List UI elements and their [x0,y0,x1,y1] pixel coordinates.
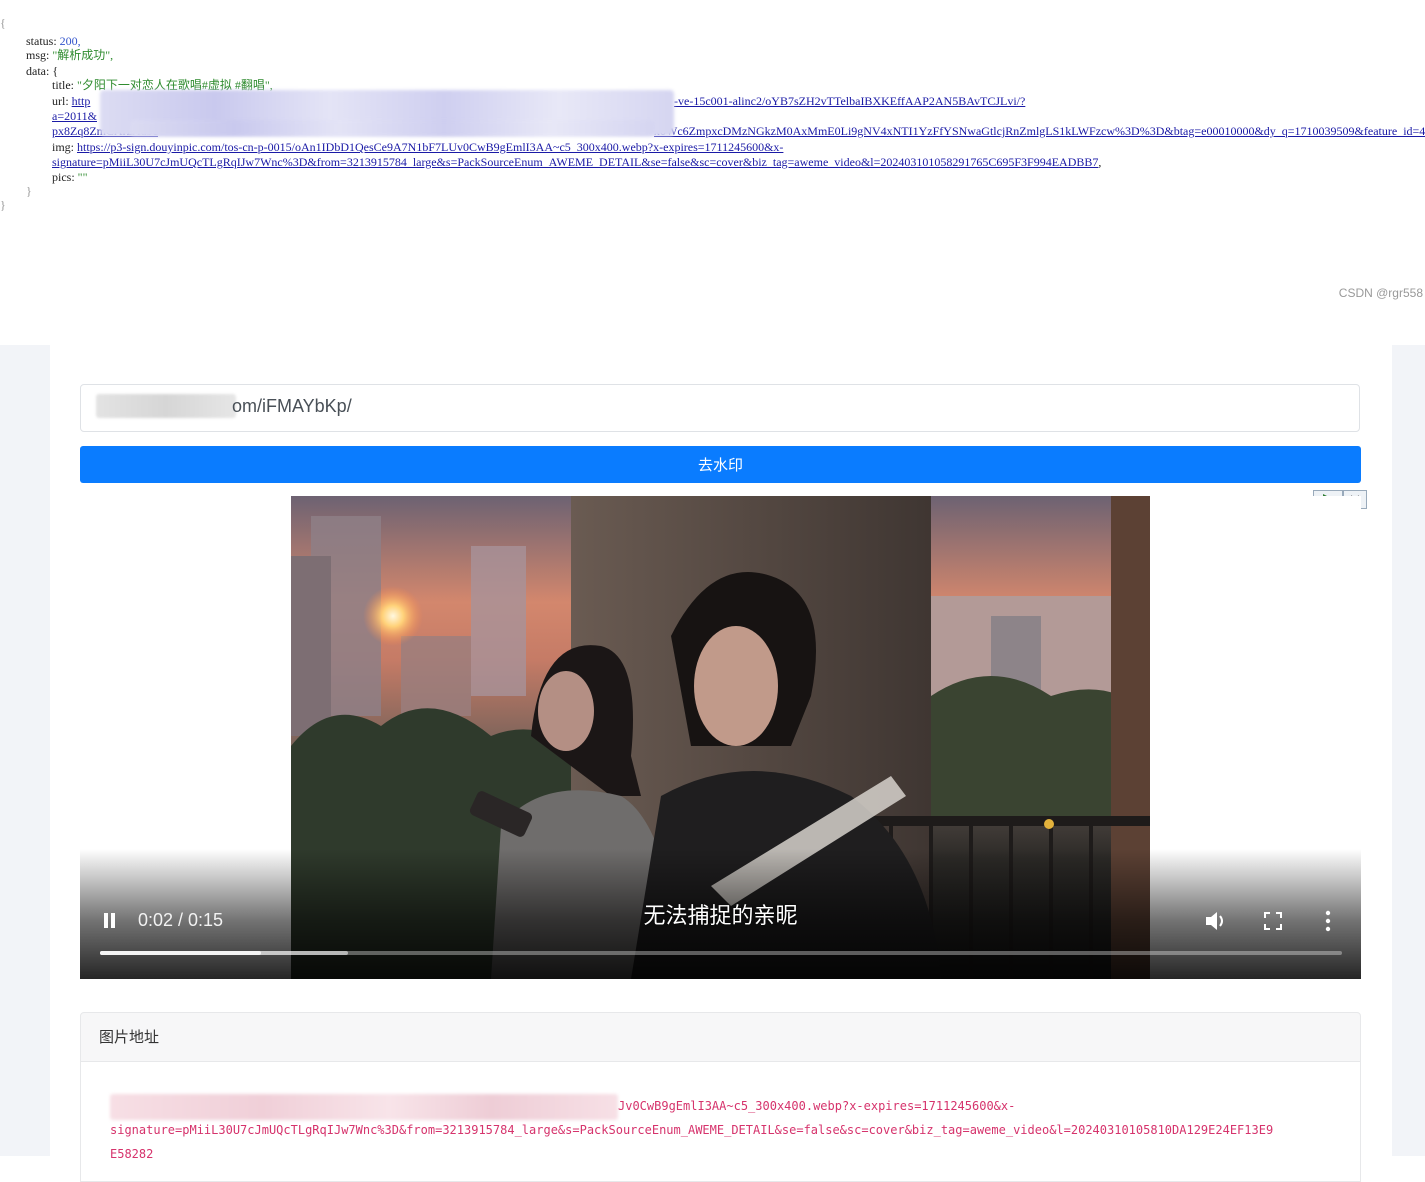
video-url-value: om/iFMAYbKp/ [232,396,352,416]
json-msg-value: "解析成功", [52,48,114,62]
json-img-comma: , [1098,155,1102,169]
pause-icon[interactable] [102,913,116,929]
json-url-line3-end[interactable]: x0Wc6ZmpxcDMzNGkzM0AxMmE0Li9gNV4xNTI1YzF… [654,124,1425,138]
volume-icon[interactable] [1204,910,1228,932]
json-close-brace: } [0,198,6,212]
json-inner-close: } [26,184,32,198]
image-url-redaction-blur [110,1094,618,1120]
json-img-line2: signature=pMiiL30U7cJmUQcTLgRqIJw7Wnc%3D… [52,155,1101,169]
json-url-line2[interactable]: a=2011& [52,109,97,123]
json-url-link-start[interactable]: http [72,94,91,108]
json-response-view: { status: 200, msg: "解析成功", data: { titl… [0,0,1425,310]
fullscreen-icon[interactable] [1264,912,1282,930]
json-img-link[interactable]: https://p3-sign.douyinpic.com/tos-cn-p-0… [77,140,783,154]
image-address-header: 图片地址 [80,1012,1361,1062]
json-data-key: data: { [26,64,59,78]
json-msg-line: msg: "解析成功", [26,48,113,62]
json-url-line: url: http [52,94,90,108]
json-msg-key: msg: [26,48,50,62]
json-img-key: img: [52,140,75,154]
json-status-value: 200, [59,34,81,48]
json-title-key: title: [52,78,74,92]
image-url-line-3: E58282 [110,1147,154,1161]
remove-watermark-button[interactable]: 去水印 [80,446,1361,483]
json-status-key: status: [26,34,57,48]
url-redaction-blur [96,394,236,418]
json-status-line: status: 200, [26,34,81,48]
redaction-blur-2 [130,120,654,136]
progress-buffered [100,951,349,955]
json-pics-value: "" [77,170,88,184]
more-options-icon[interactable] [1324,910,1332,932]
json-pics-key: pics: [52,170,75,184]
video-subtitle: 无法捕捉的亲昵 [643,904,798,929]
image-url-line-2: signature=pMiiL30U7cJmUQcTLgRqIJw7Wnc%3D… [110,1123,1274,1137]
json-url-link-end[interactable]: -ve-15c001-alinc2/oYB7sZH2vTTelbaIBXKEff… [674,94,1025,108]
json-img-link-2[interactable]: signature=pMiiL30U7cJmUQcTLgRqIJw7Wnc%3D… [52,155,1098,169]
json-url-key: url: [52,94,69,108]
json-img-line: img: https://p3-sign.douyinpic.com/tos-c… [52,140,783,154]
video-player[interactable]: 无法捕捉的亲昵 0:02 / 0:15 [80,496,1361,979]
image-url-line-1: Jv0CwB9gEmlI3AA~c5_300x400.webp?x-expire… [618,1099,1016,1113]
json-open-brace: { [0,16,6,30]
playback-time: 0:02 / 0:15 [138,910,224,930]
json-pics-line: pics: "" [52,170,87,184]
progress-bar[interactable] [100,951,1342,955]
csdn-watermark: CSDN @rgr558 [1338,286,1423,300]
